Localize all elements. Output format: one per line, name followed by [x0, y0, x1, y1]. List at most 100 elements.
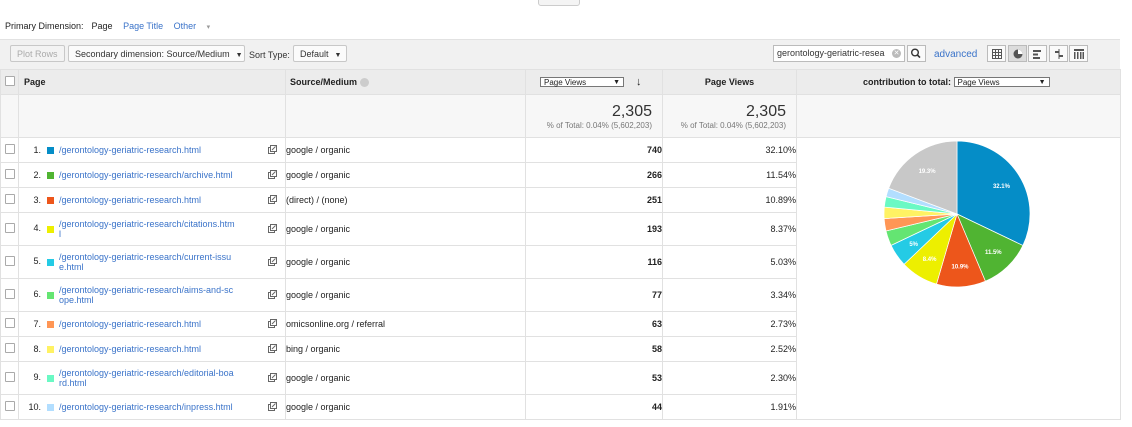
advanced-link[interactable]: advanced: [934, 49, 977, 60]
page-link[interactable]: /gerontology-geriatric-research/citation…: [59, 219, 235, 239]
page-link[interactable]: /gerontology-geriatric-research.html: [59, 344, 201, 354]
page-cell: 5. /gerontology-geriatric-research/curren…: [18, 245, 286, 279]
primary-dimension-label: Primary Dimension:: [5, 21, 84, 31]
pivot-view-button[interactable]: [1069, 45, 1089, 62]
table-view-button[interactable]: [987, 45, 1006, 62]
sort-desc-arrow-icon[interactable]: ↓: [636, 76, 642, 88]
page-cell: 3. /gerontology-geriatric-research.html: [18, 187, 286, 213]
row-checkbox[interactable]: [4, 144, 15, 154]
metric1-column-header: Page Views ▼ ↓: [525, 69, 663, 95]
series-color-swatch: [47, 403, 54, 411]
series-color-swatch: [47, 146, 54, 154]
metric2-column-header[interactable]: Page Views: [662, 69, 797, 95]
pie-slice-label: 8.4%: [923, 257, 937, 263]
page-link[interactable]: /gerontology-geriatric-research.html: [59, 319, 201, 329]
row-checkbox[interactable]: [4, 289, 15, 299]
secondary-dimension-dropdown[interactable]: Secondary dimension: Source/Medium ▼: [68, 45, 245, 62]
pageviews-pct-cell: 32.10%: [662, 137, 797, 163]
select-all-checkbox[interactable]: [4, 76, 15, 86]
external-link-icon[interactable]: [268, 290, 277, 299]
external-link-icon[interactable]: [268, 195, 277, 204]
pageviews-pct-cell: 2.73%: [662, 311, 797, 337]
page-link[interactable]: /gerontology-geriatric-research/archive.…: [59, 170, 233, 180]
sort-type-dropdown[interactable]: Default ▼: [293, 45, 347, 62]
contribution-select[interactable]: Page Views ▼: [953, 77, 1050, 88]
source-medium-column-header[interactable]: Source/Medium: [285, 69, 526, 95]
row-number: 5.: [33, 256, 41, 267]
pageviews-pct-cell: 10.89%: [662, 187, 797, 213]
pie-slice-label: 32.1%: [993, 184, 1011, 190]
row-checkbox[interactable]: [4, 372, 15, 382]
pageviews-pct-cell: 3.34%: [662, 278, 797, 312]
comparison-icon: [1054, 49, 1063, 59]
dimension-page-title[interactable]: Page Title: [123, 21, 163, 31]
contribution-column-header: contribution to total: Page Views ▼: [796, 69, 1121, 95]
page-column-header[interactable]: Page: [18, 69, 286, 95]
search-input[interactable]: gerontology-geriatric-resea ✕: [773, 45, 905, 62]
row-checkbox-cell: [0, 212, 19, 246]
external-link-icon[interactable]: [268, 373, 277, 382]
row-checkbox-cell: [0, 278, 19, 312]
pie-slice-label: 10.9%: [952, 264, 970, 270]
row-checkbox[interactable]: [4, 343, 15, 353]
row-number: 9.: [33, 372, 41, 383]
row-checkbox[interactable]: [4, 401, 15, 411]
table-row: 1. /gerontology-geriatric-research.html go…: [0, 137, 1121, 420]
page-link[interactable]: /gerontology-geriatric-research.html: [59, 145, 201, 155]
row-checkbox-cell: [0, 336, 19, 362]
row-checkbox[interactable]: [4, 169, 15, 179]
row-checkbox[interactable]: [4, 223, 15, 233]
clear-icon[interactable]: ✕: [892, 49, 901, 58]
data-table: Page Source/Medium Page Views ▼ ↓ Page Vie…: [0, 69, 1121, 420]
performance-view-button[interactable]: [1028, 45, 1048, 62]
plot-rows-button[interactable]: Plot Rows: [10, 45, 65, 62]
metric2-summary: 2,305 % of Total: 0.04% (5,602,203): [662, 94, 797, 138]
pie-slice-label: 19.3%: [919, 169, 937, 175]
external-link-icon[interactable]: [268, 170, 277, 179]
pageviews-cell: 266: [525, 162, 663, 188]
metric1-total: 2,305: [611, 102, 652, 120]
external-link-icon[interactable]: [268, 145, 277, 154]
pageviews-cell: 77: [525, 278, 663, 312]
page-link[interactable]: /gerontology-geriatric-research/editoria…: [59, 368, 234, 388]
dimension-other[interactable]: Other ▾: [174, 21, 219, 31]
pageviews-cell: 53: [525, 361, 663, 395]
pie-slice-label: 5%: [909, 242, 918, 248]
row-checkbox[interactable]: [4, 318, 15, 328]
source-medium-cell: google / organic: [285, 394, 526, 420]
metric2-total-pct: % of Total: 0.04% (5,602,203): [680, 120, 786, 130]
external-link-icon[interactable]: [268, 319, 277, 328]
remove-dimension-icon[interactable]: [359, 78, 369, 88]
page-link[interactable]: /gerontology-geriatric-research/aims-and…: [59, 285, 233, 305]
series-color-swatch: [47, 196, 54, 204]
external-link-icon[interactable]: [268, 402, 277, 411]
metric1-select[interactable]: Page Views ▼: [540, 77, 624, 87]
row-checkbox[interactable]: [4, 256, 15, 266]
series-color-swatch: [47, 291, 54, 299]
search-button[interactable]: [907, 45, 926, 62]
row-checkbox-cell: [0, 162, 19, 188]
row-number: 8.: [33, 343, 41, 354]
page-cell: 1. /gerontology-geriatric-research.html: [18, 137, 286, 163]
metric1-summary: 2,305 % of Total: 0.04% (5,602,203): [525, 94, 663, 138]
top-handle[interactable]: [538, 0, 580, 6]
contribution-pie-chart: 32.1% 11.5% 10.9% 8.4% 5% 19.3%: [883, 140, 1031, 288]
search-icon: [911, 48, 921, 59]
chevron-down-icon: ▼: [613, 79, 620, 86]
comparison-view-button[interactable]: [1048, 45, 1068, 62]
external-link-icon[interactable]: [268, 344, 277, 353]
pageviews-cell: 58: [525, 336, 663, 362]
external-link-icon[interactable]: [268, 224, 277, 233]
row-number: 6.: [33, 289, 41, 300]
page-cell: 8. /gerontology-geriatric-research.html: [18, 336, 286, 362]
pageviews-pct-cell: 2.52%: [662, 336, 797, 362]
page-cell: 10. /gerontology-geriatric-research/inpre…: [18, 394, 286, 420]
dimension-page[interactable]: Page: [92, 21, 113, 31]
page-link[interactable]: /gerontology-geriatric-research/inpress.…: [59, 402, 233, 412]
pie-view-button[interactable]: [1007, 45, 1027, 62]
external-link-icon[interactable]: [268, 257, 277, 266]
grid-icon: [992, 49, 1002, 59]
page-link[interactable]: /gerontology-geriatric-research/current-…: [59, 252, 231, 272]
row-checkbox[interactable]: [4, 194, 15, 204]
page-link[interactable]: /gerontology-geriatric-research.html: [59, 195, 201, 205]
